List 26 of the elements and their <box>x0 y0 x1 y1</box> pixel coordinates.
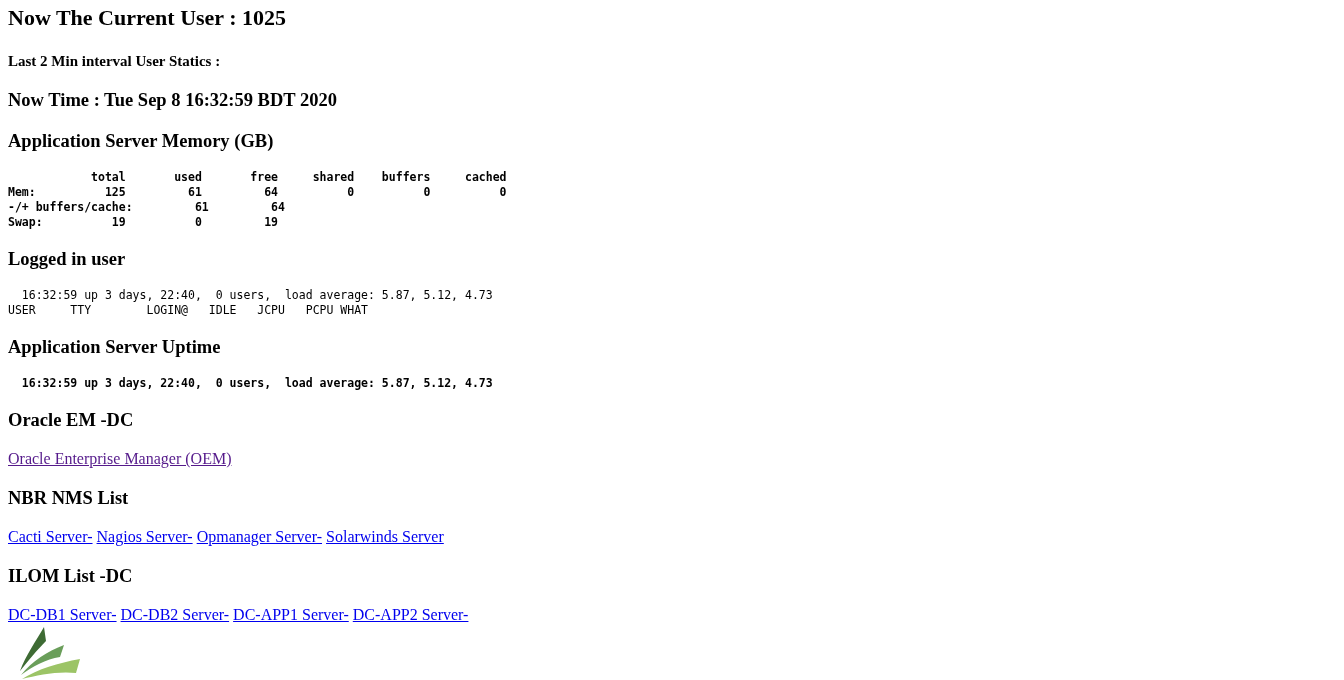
link[interactable]: Cacti Server- <box>8 528 93 545</box>
link[interactable]: DC-DB1 Server- <box>8 606 117 623</box>
console-line: USER TTY LOGIN@ IDLE JCPU PCPU WHAT <box>8 303 370 318</box>
section-heading: Application Server Uptime <box>8 336 221 359</box>
console-line: -/+ buffers/cache: 61 64 <box>8 200 286 215</box>
link[interactable]: Nagios Server- <box>96 528 193 545</box>
link[interactable]: Oracle Enterprise Manager (OEM) <box>8 450 232 467</box>
console-line: Mem: 125 61 64 0 0 0 <box>8 185 507 200</box>
now-time: Now Time : Tue Sep 8 16:32:59 BDT 2020 <box>8 89 337 112</box>
subtitle: Last 2 Min interval User Statics : <box>8 52 221 71</box>
section-heading: Oracle EM -DC <box>8 409 134 432</box>
console-line: 16:32:59 up 3 days, 22:40, 0 users, load average: 5.87, 5.12, 4.73 <box>20 288 493 303</box>
section-heading: Logged in user <box>8 248 126 271</box>
console-line: 16:32:59 up 3 days, 22:40, 0 users, load average: 5.87, 5.12, 4.73 <box>20 376 493 391</box>
section-heading: Application Server Memory (GB) <box>8 130 274 153</box>
section-heading: ILOM List -DC <box>8 565 133 588</box>
section-heading: NBR NMS List <box>8 487 129 510</box>
console-line: total used free shared buffers cached <box>90 170 507 185</box>
link[interactable]: DC-DB2 Server- <box>120 606 230 623</box>
leaf-logo-icon <box>18 627 80 679</box>
link[interactable]: Solarwinds Server <box>326 528 444 545</box>
link[interactable]: Opmanager Server- <box>196 528 323 545</box>
page-title: Now The Current User : 1025 <box>8 4 287 32</box>
link[interactable]: DC-APP1 Server- <box>233 606 349 623</box>
console-line: Swap: 19 0 19 <box>8 215 280 230</box>
link[interactable]: DC-APP2 Server- <box>352 606 469 623</box>
